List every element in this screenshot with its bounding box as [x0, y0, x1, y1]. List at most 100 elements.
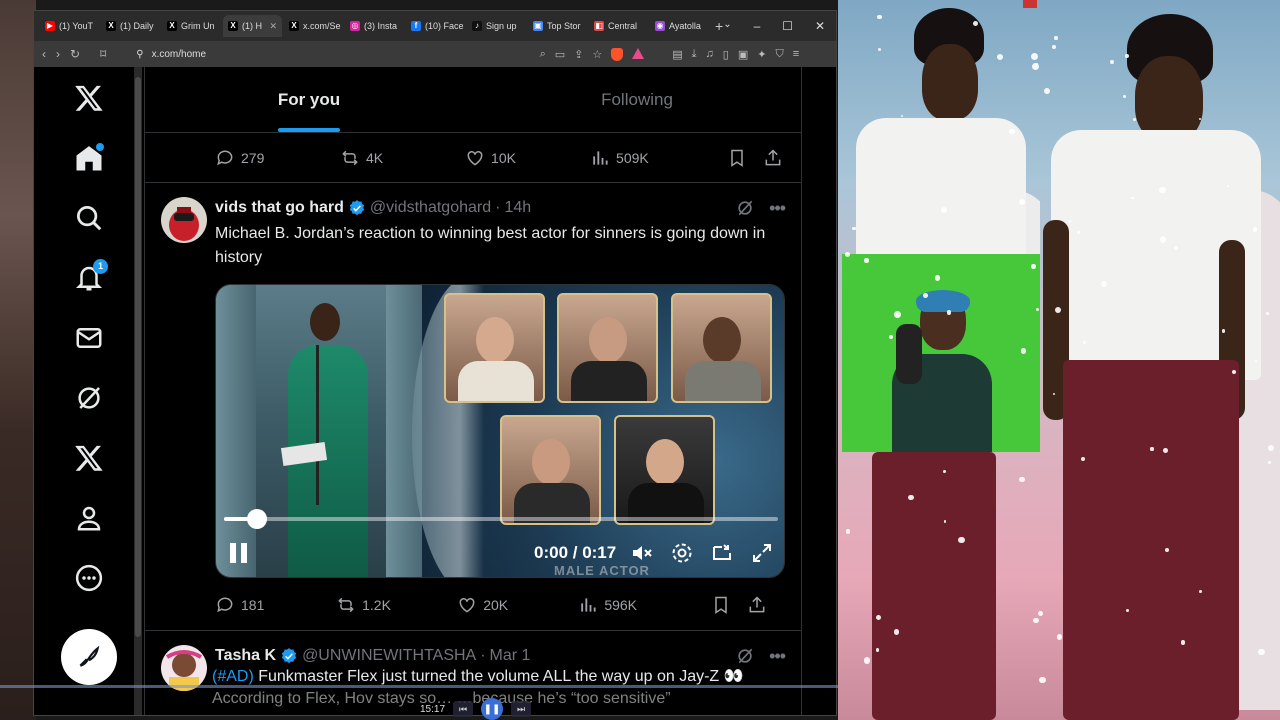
- repost-count: 1.2K: [362, 597, 391, 613]
- home-icon[interactable]: [72, 141, 106, 175]
- sidebar-toggle-icon[interactable]: ▤: [672, 48, 682, 61]
- close-window-button[interactable]: ✕: [815, 19, 825, 33]
- reply-button[interactable]: 279: [215, 148, 340, 168]
- tab-close-icon[interactable]: ✕: [269, 21, 277, 32]
- reader-icon[interactable]: ▯: [723, 48, 729, 61]
- previous-button[interactable]: ⏮: [453, 701, 474, 717]
- notifications-icon[interactable]: 1: [72, 259, 108, 295]
- snowflake: [958, 536, 965, 543]
- bookmark-star-icon[interactable]: ☆: [592, 48, 602, 61]
- mute-icon[interactable]: [630, 541, 654, 565]
- repost-button[interactable]: 4K: [340, 148, 465, 168]
- maximize-button[interactable]: ☐: [782, 19, 793, 33]
- more-icon[interactable]: [72, 561, 106, 595]
- extensions-icon[interactable]: ✦: [757, 48, 766, 61]
- share-icon[interactable]: [747, 595, 767, 615]
- browser-tab[interactable]: X (1) H ✕: [223, 15, 282, 37]
- profile-icon[interactable]: [72, 501, 106, 535]
- x-logo-icon[interactable]: [72, 81, 106, 115]
- settings-gear-icon[interactable]: [670, 541, 694, 565]
- author-name[interactable]: vids that go hard: [215, 199, 344, 217]
- share-icon[interactable]: [763, 148, 783, 168]
- video-progress-bar[interactable]: [224, 509, 778, 529]
- tab-following[interactable]: Following: [473, 67, 801, 132]
- browser-tab[interactable]: ♪ Sign up: [467, 15, 526, 37]
- browser-tab[interactable]: f (10) Face: [406, 15, 465, 37]
- music-icon[interactable]: ♫: [706, 48, 714, 61]
- download-icon[interactable]: ⤓: [692, 48, 697, 61]
- video-player[interactable]: 0:00 / 0:17 MALE ACTOR: [215, 284, 785, 578]
- author-handle[interactable]: @UNWINEWITHTASHA: [302, 647, 476, 665]
- author-name[interactable]: Tasha K: [215, 647, 276, 665]
- next-button[interactable]: ⏭: [511, 701, 532, 717]
- browser-tab[interactable]: X Grim Un: [162, 15, 221, 37]
- minimize-button[interactable]: –: [754, 19, 761, 33]
- pause-button[interactable]: [230, 543, 250, 565]
- reply-button[interactable]: 181: [215, 595, 336, 615]
- menu-icon[interactable]: ≡: [793, 48, 799, 61]
- picture-in-picture-icon[interactable]: [710, 541, 734, 565]
- timestamp[interactable]: 14h: [504, 199, 531, 217]
- grok-icon[interactable]: [735, 198, 755, 218]
- avatar[interactable]: [161, 197, 207, 243]
- tab-search-icon[interactable]: ⌄: [723, 19, 731, 33]
- tweet[interactable]: vids that go hard @vidsthatgohard · 14h …: [145, 183, 801, 631]
- snowflake: [1035, 307, 1040, 311]
- heart-icon: [459, 597, 475, 613]
- tweet[interactable]: Tasha K @UNWINEWITHTASHA · Mar 1 •••: [145, 631, 801, 691]
- views-button[interactable]: 509K: [590, 148, 727, 168]
- reload-icon[interactable]: ↻: [70, 47, 80, 61]
- wallet-icon[interactable]: ▣: [738, 48, 748, 61]
- author-handle[interactable]: @vidsthatgohard: [370, 199, 491, 217]
- timestamp[interactable]: Mar 1: [490, 647, 531, 665]
- tab-favicon-icon: X: [167, 21, 177, 31]
- premium-x-icon[interactable]: [72, 441, 106, 475]
- browser-tab[interactable]: ▶ (1) YouT: [40, 15, 99, 37]
- forward-icon[interactable]: ›: [56, 47, 60, 61]
- browser-tab[interactable]: X (1) Daily: [101, 15, 160, 37]
- overlay-close-icon[interactable]: [1023, 0, 1037, 8]
- tab-for-you[interactable]: For you: [145, 67, 473, 132]
- browser-tab[interactable]: ◎ (3) Insta: [345, 15, 404, 37]
- grok-icon[interactable]: [72, 381, 106, 415]
- grok-icon[interactable]: [735, 646, 755, 666]
- repost-button[interactable]: 1.2K: [336, 595, 457, 615]
- sidebar-scrollbar[interactable]: [134, 67, 142, 715]
- messages-icon[interactable]: [72, 321, 106, 355]
- hashtag-link[interactable]: (#AD): [212, 668, 254, 685]
- like-button[interactable]: 20K: [457, 595, 578, 615]
- site-info-icon[interactable]: ⚲: [136, 49, 143, 60]
- brave-rewards-icon[interactable]: [632, 47, 645, 59]
- tab-favicon-icon: X: [289, 21, 299, 31]
- browser-tab[interactable]: ◉ Ayatolla: [650, 15, 709, 37]
- brave-shields-icon[interactable]: [611, 47, 624, 61]
- vpn-icon[interactable]: ⛉: [775, 48, 783, 61]
- fullscreen-icon[interactable]: [750, 541, 774, 565]
- screen-icon[interactable]: ▭: [555, 48, 565, 61]
- share-icon[interactable]: ⇪: [574, 48, 583, 61]
- media-player-timeline[interactable]: [0, 685, 838, 688]
- bookmark-icon[interactable]: [727, 148, 747, 168]
- tab-favicon-icon: f: [411, 21, 421, 31]
- tab-favicon-icon: ▣: [533, 21, 543, 31]
- browser-tab[interactable]: ◧ Central: [589, 15, 648, 37]
- snowflake: [1051, 44, 1056, 49]
- url-field[interactable]: ⚲ x.com/home ⌕ ▭ ⇪ ☆: [130, 44, 650, 64]
- more-options-icon[interactable]: •••: [769, 198, 786, 219]
- tweet-text-line1: Funkmaster Flex just turned the volume A…: [253, 668, 744, 685]
- views-button[interactable]: 596K: [578, 595, 711, 615]
- search-icon[interactable]: [72, 201, 106, 235]
- back-icon[interactable]: ‹: [42, 47, 46, 61]
- tab-label: (1) YouT: [59, 21, 94, 31]
- play-pause-button[interactable]: ❚❚: [481, 698, 504, 720]
- snowflake: [1077, 231, 1080, 235]
- zoom-icon[interactable]: ⌕: [540, 48, 546, 61]
- like-button[interactable]: 10K: [465, 148, 590, 168]
- browser-tab[interactable]: ▣ Top Stor: [528, 15, 587, 37]
- bookmark-icon[interactable]: [711, 595, 731, 615]
- compose-post-button[interactable]: [61, 629, 117, 685]
- new-tab-button[interactable]: +: [715, 18, 723, 34]
- more-options-icon[interactable]: •••: [769, 646, 786, 667]
- browser-tab[interactable]: Xx.com/Se: [284, 15, 343, 37]
- bookmark-icon[interactable]: ⌑: [100, 47, 106, 61]
